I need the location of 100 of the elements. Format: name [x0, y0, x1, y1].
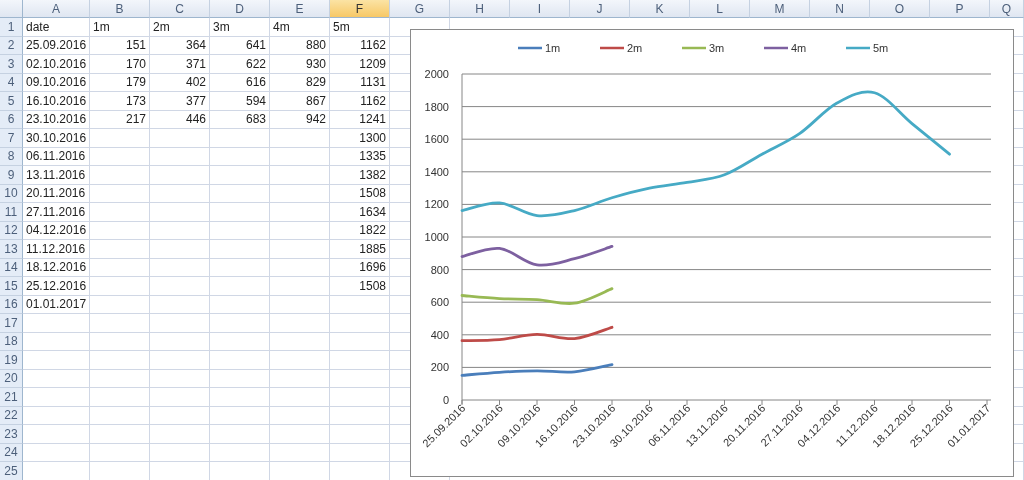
- axis-tick-label: 1200: [424, 198, 449, 211]
- table-cell: 4m: [270, 18, 330, 37]
- table-cell: 01.01.2017: [23, 295, 90, 314]
- row-header[interactable]: 25: [0, 462, 23, 480]
- table-cell: 1162: [330, 92, 390, 111]
- legend-label: 4m: [791, 42, 807, 54]
- table-cell: 867: [270, 92, 330, 111]
- axis-tick-label: 1800: [424, 100, 449, 113]
- table-cell: 27.11.2016: [23, 203, 90, 222]
- table-cell: 616: [210, 73, 270, 92]
- row-header[interactable]: 19: [0, 351, 23, 370]
- axis-tick-label: 200: [430, 361, 449, 374]
- table-cell: 16.10.2016: [23, 92, 90, 111]
- axis-tick-label: 600: [430, 296, 449, 309]
- table-cell: 1335: [330, 147, 390, 166]
- table-cell: date: [23, 18, 90, 37]
- table-cell: 371: [150, 55, 210, 74]
- column-header[interactable]: F: [330, 0, 390, 18]
- row-header[interactable]: 13: [0, 240, 23, 259]
- table-cell: 173: [90, 92, 150, 111]
- table-cell: 1300: [330, 129, 390, 148]
- table-cell: 13.11.2016: [23, 166, 90, 185]
- table-cell: 1885: [330, 240, 390, 259]
- table-cell: 06.11.2016: [23, 147, 90, 166]
- row-header[interactable]: 15: [0, 277, 23, 296]
- table-cell: 02.10.2016: [23, 55, 90, 74]
- table-cell: 1822: [330, 221, 390, 240]
- table-cell: 446: [150, 110, 210, 129]
- row-header[interactable]: 1: [0, 18, 23, 37]
- legend-label: 1m: [545, 42, 561, 54]
- column-header[interactable]: J: [570, 0, 630, 18]
- row-header[interactable]: 9: [0, 166, 23, 185]
- table-cell: 179: [90, 73, 150, 92]
- column-header[interactable]: H: [450, 0, 510, 18]
- table-cell: 25.12.2016: [23, 277, 90, 296]
- table-cell: 30.10.2016: [23, 129, 90, 148]
- row-header[interactable]: 21: [0, 388, 23, 407]
- axis-tick-label: 1400: [424, 165, 449, 178]
- legend-item: 3m: [682, 42, 725, 54]
- table-cell: 3m: [210, 18, 270, 37]
- column-header[interactable]: M: [750, 0, 810, 18]
- table-cell: 641: [210, 36, 270, 55]
- column-header[interactable]: L: [690, 0, 750, 18]
- column-header[interactable]: N: [810, 0, 870, 18]
- table-cell: 622: [210, 55, 270, 74]
- axis-tick-label: 400: [430, 328, 449, 341]
- table-cell: 880: [270, 36, 330, 55]
- table-cell: 20.11.2016: [23, 184, 90, 203]
- row-header[interactable]: 23: [0, 425, 23, 444]
- table-cell: 829: [270, 73, 330, 92]
- table-cell: 594: [210, 92, 270, 111]
- table-cell: 11.12.2016: [23, 240, 90, 259]
- table-cell: 151: [90, 36, 150, 55]
- table-cell: 1m: [90, 18, 150, 37]
- legend-label: 5m: [873, 42, 889, 54]
- table-cell: 1209: [330, 55, 390, 74]
- column-header[interactable]: I: [510, 0, 570, 18]
- table-cell: 170: [90, 55, 150, 74]
- legend-item: 5m: [846, 42, 889, 54]
- column-header[interactable]: Q: [990, 0, 1024, 18]
- column-header[interactable]: O: [870, 0, 930, 18]
- table-cell: 1696: [330, 258, 390, 277]
- row-header[interactable]: 11: [0, 203, 23, 222]
- table-cell: 930: [270, 55, 330, 74]
- table-cell: 04.12.2016: [23, 221, 90, 240]
- column-header[interactable]: A: [23, 0, 90, 18]
- table-cell: 2m: [150, 18, 210, 37]
- table-cell: 18.12.2016: [23, 258, 90, 277]
- legend-item: 1m: [518, 42, 561, 54]
- column-header[interactable]: D: [210, 0, 270, 18]
- row-header[interactable]: 7: [0, 129, 23, 148]
- column-header[interactable]: E: [270, 0, 330, 18]
- column-header[interactable]: K: [630, 0, 690, 18]
- axis-tick-label: 800: [430, 263, 449, 276]
- table-cell: 402: [150, 73, 210, 92]
- table-cell: 683: [210, 110, 270, 129]
- table-cell: 1162: [330, 36, 390, 55]
- column-header[interactable]: B: [90, 0, 150, 18]
- row-header[interactable]: 5: [0, 92, 23, 111]
- table-cell: 1508: [330, 184, 390, 203]
- table-cell: 942: [270, 110, 330, 129]
- axis-tick-label: 1000: [424, 231, 449, 243]
- table-cell: 09.10.2016: [23, 73, 90, 92]
- table-cell: 1634: [330, 203, 390, 222]
- legend-item: 2m: [600, 42, 643, 54]
- table-cell: 25.09.2016: [23, 36, 90, 55]
- legend-label: 3m: [709, 42, 725, 54]
- column-header[interactable]: G: [390, 0, 450, 18]
- column-header[interactable]: P: [930, 0, 990, 18]
- row-header[interactable]: 17: [0, 314, 23, 333]
- table-cell: 1131: [330, 73, 390, 92]
- table-cell: 5m: [330, 18, 390, 37]
- row-header[interactable]: 3: [0, 55, 23, 74]
- legend-item: 4m: [764, 42, 807, 54]
- column-header[interactable]: C: [150, 0, 210, 18]
- axis-tick-label: 2000: [424, 68, 449, 80]
- table-cell: 1382: [330, 166, 390, 185]
- table-cell: 1508: [330, 277, 390, 296]
- table-cell: 377: [150, 92, 210, 111]
- table-cell: 364: [150, 36, 210, 55]
